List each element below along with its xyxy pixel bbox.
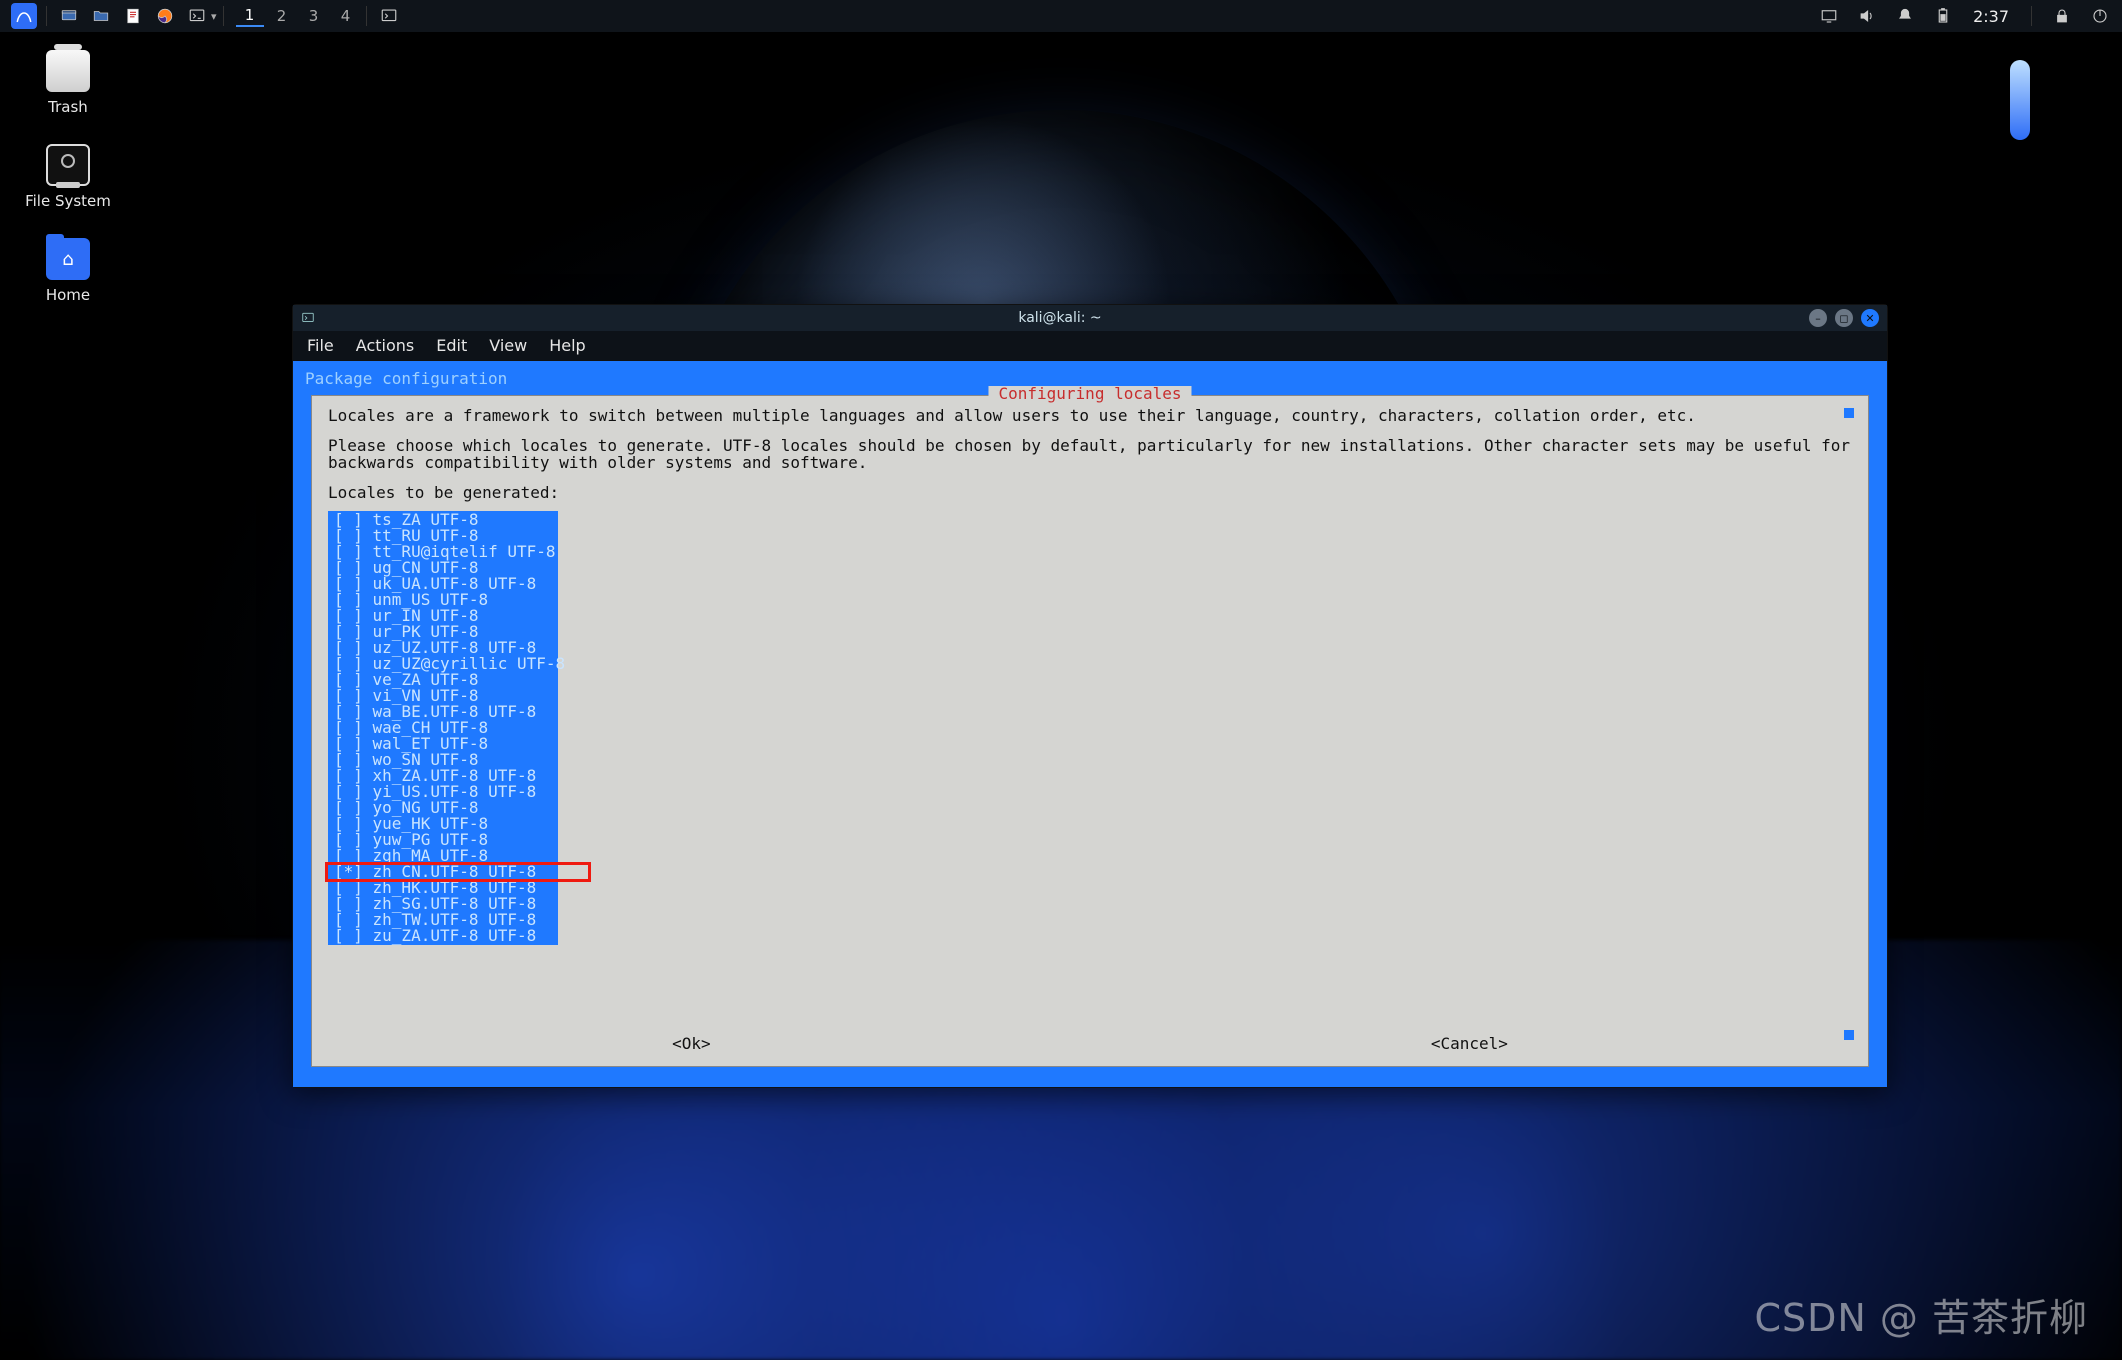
- battery-icon[interactable]: [1932, 5, 1954, 27]
- locale-list[interactable]: [ ] ts_ZA UTF-8[ ] tt_RU UTF-8[ ] tt_RU@…: [328, 511, 558, 945]
- desktop-icon-label: Home: [46, 286, 90, 304]
- notifications-icon[interactable]: [1894, 5, 1916, 27]
- maximize-button[interactable]: ◻: [1835, 309, 1853, 327]
- workspace-3[interactable]: 3: [300, 5, 328, 27]
- locale-option[interactable]: [ ] zu_ZA.UTF-8 UTF-8: [328, 928, 558, 944]
- desktop-icon-label: File System: [25, 192, 111, 210]
- close-button[interactable]: ✕: [1861, 309, 1879, 327]
- dialog-title: Configuring locales: [988, 386, 1191, 402]
- terminal-titlebar-icon: [301, 311, 315, 325]
- notification-bubble: [2010, 60, 2030, 140]
- ok-button[interactable]: <Ok>: [672, 1036, 711, 1052]
- show-desktop-icon[interactable]: [56, 3, 82, 29]
- minimize-button[interactable]: –: [1809, 309, 1827, 327]
- menu-file[interactable]: File: [307, 336, 334, 355]
- workspace-2[interactable]: 2: [268, 5, 296, 27]
- trash-icon: [46, 50, 90, 92]
- panel-separator: [366, 6, 367, 26]
- panel-separator: [2031, 6, 2032, 26]
- power-icon[interactable]: [2089, 5, 2111, 27]
- home-folder-icon: ⌂: [46, 238, 90, 280]
- terminal-body[interactable]: Package configuration Configuring locale…: [301, 369, 1879, 1079]
- dropdown-caret-icon[interactable]: ▾: [211, 10, 217, 23]
- taskbar-terminal-icon[interactable]: [376, 3, 402, 29]
- locale-dialog: Configuring locales Locales are a framew…: [311, 395, 1869, 1067]
- terminal-menubar: File Actions Edit View Help: [293, 331, 1887, 361]
- workspace-4[interactable]: 4: [332, 5, 360, 27]
- window-title: kali@kali: ~: [319, 310, 1801, 326]
- lock-icon[interactable]: [2051, 5, 2073, 27]
- panel-separator: [46, 6, 47, 26]
- volume-icon[interactable]: [1856, 5, 1878, 27]
- desktop-icon-filesystem[interactable]: File System: [18, 144, 118, 210]
- panel-separator: [223, 6, 224, 26]
- clock[interactable]: 2:37: [1973, 7, 2009, 26]
- workspace-switcher: 1234: [236, 5, 360, 27]
- menu-view[interactable]: View: [489, 336, 527, 355]
- desktop-icon-trash[interactable]: Trash: [18, 50, 118, 116]
- kali-menu-icon[interactable]: [11, 3, 37, 29]
- desktop-icon-label: Trash: [48, 98, 88, 116]
- menu-help[interactable]: Help: [549, 336, 585, 355]
- firefox-icon[interactable]: [152, 3, 178, 29]
- desktop-icons: Trash File System ⌂ Home: [18, 50, 118, 304]
- text-editor-icon[interactable]: [120, 3, 146, 29]
- dialog-scrollbar[interactable]: [1844, 408, 1854, 1040]
- workspace-1[interactable]: 1: [236, 5, 264, 27]
- terminal-body-wrap: Package configuration Configuring locale…: [293, 361, 1887, 1087]
- desktop-icon-home[interactable]: ⌂ Home: [18, 238, 118, 304]
- dialog-buttons: <Ok> <Cancel>: [312, 1036, 1868, 1052]
- menu-edit[interactable]: Edit: [436, 336, 467, 355]
- file-manager-icon[interactable]: [88, 3, 114, 29]
- terminal-launcher-icon[interactable]: [184, 3, 210, 29]
- menu-actions[interactable]: Actions: [356, 336, 414, 355]
- filesystem-icon: [46, 144, 90, 186]
- scroll-up-icon[interactable]: [1844, 408, 1854, 418]
- dialog-intro-2: Please choose which locales to generate.…: [322, 428, 1858, 475]
- cancel-button[interactable]: <Cancel>: [1431, 1036, 1508, 1052]
- top-panel: ▾ 1234 2:37: [0, 0, 2122, 32]
- window-titlebar[interactable]: kali@kali: ~ – ◻ ✕: [293, 305, 1887, 331]
- csdn-watermark: CSDN @ 苦茶折柳: [1755, 1287, 2089, 1342]
- dialog-prompt: Locales to be generated:: [322, 475, 1858, 505]
- terminal-window: kali@kali: ~ – ◻ ✕ File Actions Edit Vie…: [292, 304, 1888, 1088]
- system-tray: 2:37: [1815, 5, 2114, 27]
- display-icon[interactable]: [1818, 5, 1840, 27]
